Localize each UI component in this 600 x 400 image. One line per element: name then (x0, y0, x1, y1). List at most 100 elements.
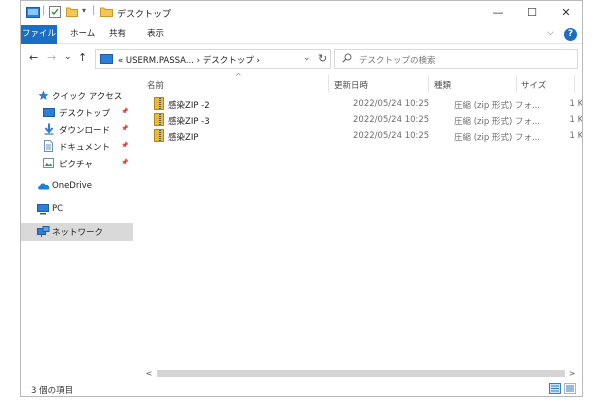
zip-folder-icon (154, 113, 164, 126)
star-icon (38, 90, 49, 100)
file-row[interactable]: 感染ZIP 2022/05/24 10:25 圧縮 (zip 形式) フォ...… (143, 128, 582, 144)
network-icon (37, 226, 50, 237)
search-box[interactable]: デスクトップの検索 (334, 49, 578, 69)
scroll-left-button[interactable]: < (143, 367, 155, 380)
refresh-button[interactable]: ↻ (318, 52, 327, 65)
up-button[interactable]: ↑ (78, 51, 87, 64)
folder-icon (100, 7, 113, 17)
file-name: 感染ZIP (168, 133, 199, 143)
pin-icon[interactable]: 📌 (121, 125, 128, 132)
file-type: 圧縮 (zip 形式) フォ... (454, 101, 541, 111)
new-folder-icon[interactable] (66, 6, 78, 17)
address-path[interactable]: « USERM.PASSA... › デスクトップ › (118, 54, 260, 66)
tab-view[interactable]: 表示 (147, 25, 164, 44)
document-icon (44, 140, 53, 152)
tab-share[interactable]: 共有 (109, 25, 126, 44)
sidebar-item-quick-access[interactable]: クイック アクセス (21, 87, 133, 104)
details-view-icon (551, 385, 559, 392)
column-header-size[interactable]: サイズ (521, 79, 546, 91)
column-separator[interactable] (574, 75, 575, 93)
column-header-type[interactable]: 種類 (434, 79, 451, 91)
expand-ribbon-button[interactable]: ⌵ (547, 28, 554, 38)
file-name: 感染ZIP -3 (168, 117, 210, 127)
scroll-right-button[interactable]: > (566, 367, 578, 380)
explorer-app-icon (26, 7, 40, 18)
close-button[interactable]: ✕ (549, 1, 582, 25)
file-size: 1 KB (569, 131, 583, 141)
file-date: 2022/05/24 10:25 (353, 115, 430, 125)
file-row[interactable]: 感染ZIP -3 2022/05/24 10:25 圧縮 (zip 形式) フォ… (143, 112, 582, 128)
forward-button[interactable]: → (47, 51, 56, 64)
file-row[interactable]: 感染ZIP -2 2022/05/24 10:25 圧縮 (zip 形式) フォ… (143, 96, 582, 112)
file-name: 感染ZIP -2 (168, 101, 210, 111)
address-bar[interactable]: « USERM.PASSA... › デスクトップ › ⌄ ↻ (95, 49, 331, 69)
zip-folder-icon (154, 97, 164, 110)
minimize-button[interactable]: — (481, 1, 515, 25)
column-header-date[interactable]: 更新日時 (334, 79, 368, 91)
separator: | (42, 5, 46, 16)
maximize-button[interactable]: ☐ (515, 1, 549, 25)
sidebar-item-pc[interactable]: PC (21, 201, 133, 218)
sidebar-item-pictures[interactable]: ピクチャ 📌 (21, 155, 133, 172)
sidebar-item-downloads[interactable]: ダウンロード 📌 (21, 121, 133, 138)
navigation-pane: クイック アクセス デスクトップ 📌 ダウンロード 📌 ドキュメント 📌 ピクチ… (21, 77, 133, 367)
properties-icon[interactable] (49, 6, 61, 18)
file-date: 2022/05/24 10:25 (353, 131, 430, 141)
large-icons-view-icon (566, 385, 574, 392)
download-icon (44, 123, 54, 135)
file-type: 圧縮 (zip 形式) フォ... (454, 133, 541, 143)
sidebar-item-network[interactable]: ネットワーク (21, 223, 133, 241)
sidebar-item-onedrive[interactable]: OneDrive (21, 178, 133, 195)
file-type: 圧縮 (zip 形式) フォ... (454, 117, 541, 127)
zip-folder-icon (154, 129, 164, 142)
sidebar-item-label: クイック アクセス (52, 92, 123, 102)
window-title: デスクトップ (117, 10, 172, 20)
horizontal-scrollbar[interactable]: < > (143, 367, 578, 380)
details-view-button[interactable] (549, 383, 561, 394)
separator: | (92, 5, 96, 16)
status-bar: 3 個の項目 (21, 380, 582, 396)
sidebar-item-label: デスクトップ (59, 109, 111, 119)
navigation-bar: ← → ⌄ ↑ « USERM.PASSA... › デスクトップ › ⌄ ↻ … (21, 46, 582, 72)
back-button[interactable]: ← (29, 51, 38, 64)
help-icon[interactable]: ? (564, 28, 577, 41)
pc-location-icon (100, 54, 113, 64)
sidebar-item-documents[interactable]: ドキュメント 📌 (21, 138, 133, 155)
file-size: 1 KB (569, 115, 583, 125)
column-header-name[interactable]: 名前 (147, 79, 164, 91)
scrollbar-thumb[interactable] (157, 370, 565, 377)
file-date: 2022/05/24 10:25 (353, 99, 430, 109)
item-count: 3 個の項目 (31, 386, 74, 396)
explorer-window: | ▾ | デスクトップ — ☐ ✕ ファイル ホーム 共有 表示 ⌵ ? ← … (20, 0, 583, 397)
file-list: ^ 名前 更新日時 種類 サイズ 感染ZIP -2 2022/05/24 10:… (143, 72, 582, 367)
file-size: 1 KB (569, 99, 583, 109)
tab-file[interactable]: ファイル (21, 25, 57, 44)
column-separator[interactable] (328, 75, 329, 93)
recent-locations-button[interactable]: ⌄ (64, 52, 72, 62)
column-separator[interactable] (428, 75, 429, 93)
customize-qat-icon[interactable]: ▾ (82, 6, 86, 15)
address-dropdown-button[interactable]: ⌄ (303, 53, 311, 63)
sidebar-item-label: OneDrive (52, 181, 92, 191)
column-separator[interactable] (516, 75, 517, 93)
sort-indicator: ^ (235, 72, 242, 81)
cloud-icon (38, 183, 50, 190)
ribbon-tabs: ファイル ホーム 共有 表示 ⌵ ? (21, 25, 582, 44)
sidebar-item-label: PC (52, 204, 64, 214)
pin-icon[interactable]: 📌 (121, 159, 128, 166)
title-bar: | ▾ | デスクトップ — ☐ ✕ (21, 1, 582, 25)
sidebar-item-desktop[interactable]: デスクトップ 📌 (21, 104, 133, 121)
pin-icon[interactable]: 📌 (121, 142, 128, 149)
search-icon (342, 53, 352, 63)
pin-icon[interactable]: 📌 (121, 108, 128, 115)
desktop-folder-icon (43, 108, 55, 117)
tab-home[interactable]: ホーム (70, 25, 95, 44)
pc-icon (37, 204, 49, 215)
large-icons-view-button[interactable] (564, 383, 576, 394)
search-placeholder: デスクトップの検索 (359, 56, 436, 66)
sidebar-item-label: ドキュメント (59, 143, 111, 153)
sidebar-item-label: ネットワーク (52, 228, 104, 238)
sidebar-item-label: ピクチャ (59, 160, 93, 170)
sidebar-item-label: ダウンロード (59, 126, 111, 136)
picture-icon (43, 158, 54, 168)
